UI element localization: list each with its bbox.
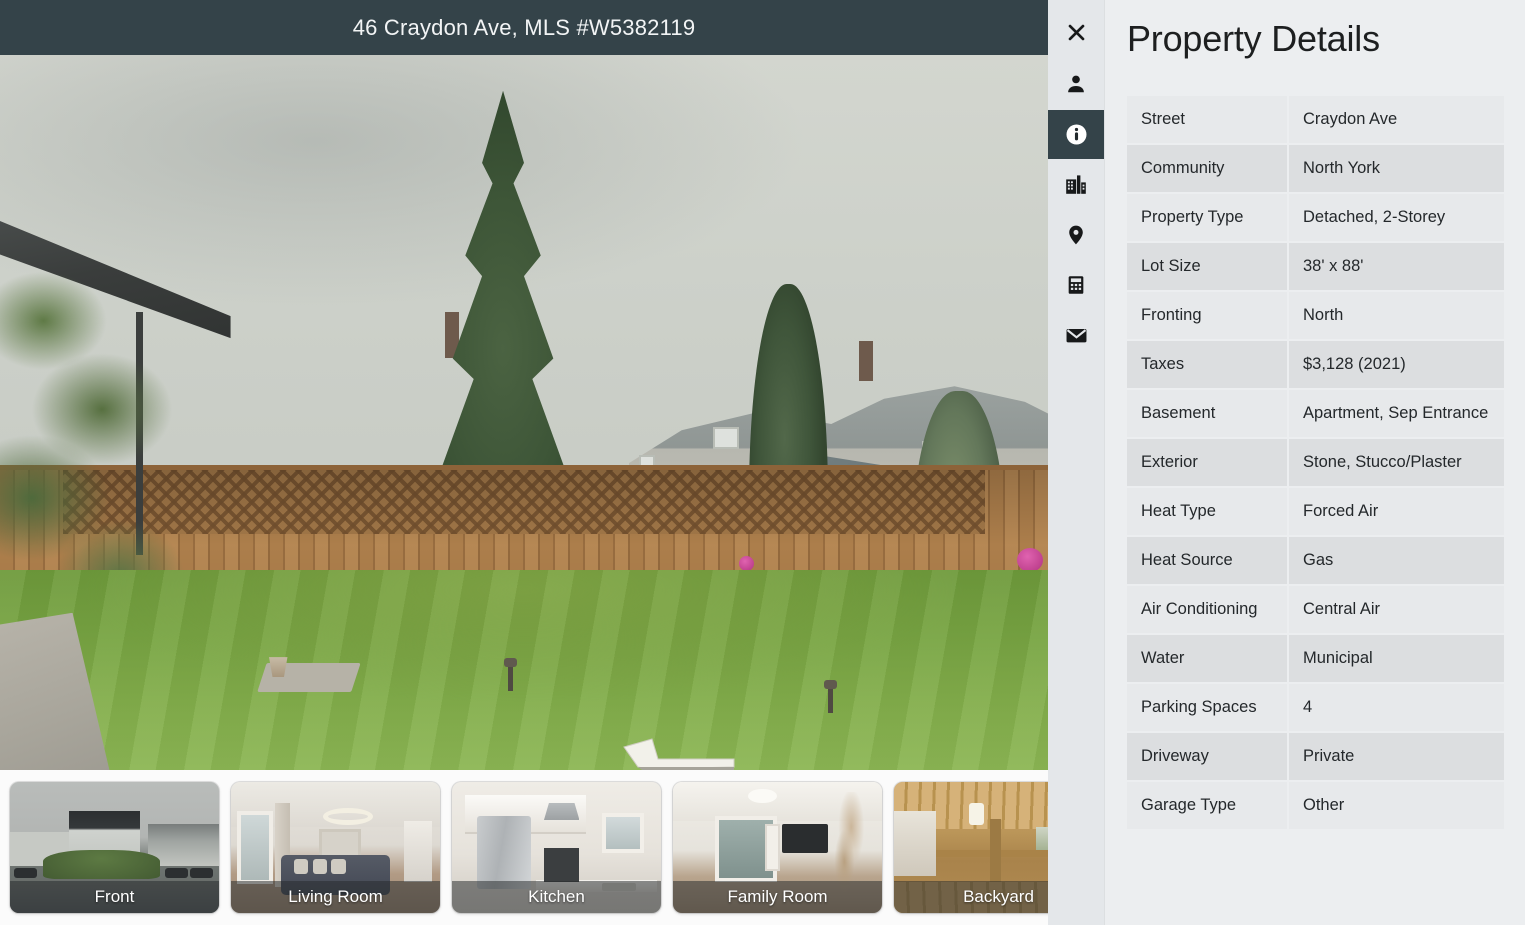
info-icon xyxy=(1066,124,1086,145)
detail-value: 38' x 88' xyxy=(1287,243,1504,290)
sidebar-item-mortgage-calculator[interactable] xyxy=(1052,261,1100,309)
table-row: Air Conditioning Central Air xyxy=(1127,586,1504,633)
table-row: Basement Apartment, Sep Entrance xyxy=(1127,390,1504,437)
sidebar-item-agent[interactable] xyxy=(1052,60,1100,108)
detail-value: North York xyxy=(1287,145,1504,192)
table-row: Water Municipal xyxy=(1127,635,1504,682)
detail-value: Central Air xyxy=(1287,586,1504,633)
detail-key: Driveway xyxy=(1127,733,1287,780)
detail-key: Heat Source xyxy=(1127,537,1287,584)
floor-arrow-hotspot[interactable] xyxy=(618,733,738,770)
detail-key: Garage Type xyxy=(1127,782,1287,829)
detail-value: Private xyxy=(1287,733,1504,780)
thumbnail-label: Family Room xyxy=(673,881,882,913)
table-row: Garage Type Other xyxy=(1127,782,1504,829)
detail-key: Parking Spaces xyxy=(1127,684,1287,731)
sidebar-item-building[interactable] xyxy=(1052,161,1100,209)
sidebar-item-property-details[interactable] xyxy=(1048,110,1104,159)
detail-value: Craydon Ave xyxy=(1287,96,1504,143)
list-item[interactable]: Family Room xyxy=(673,782,882,913)
thumbnail-label: Front xyxy=(10,881,219,913)
thumbnail-label: Backyard xyxy=(894,881,1048,913)
detail-key: Heat Type xyxy=(1127,488,1287,535)
flower-bloom xyxy=(738,555,754,571)
garden-light xyxy=(823,679,837,713)
envelope-icon xyxy=(1066,328,1086,342)
detail-value: 4 xyxy=(1287,684,1504,731)
table-row: Exterior Stone, Stucco/Plaster xyxy=(1127,439,1504,486)
panel-title: Property Details xyxy=(1127,18,1380,59)
chimney xyxy=(859,341,874,381)
detail-key: Lot Size xyxy=(1127,243,1287,290)
thumbnail-label: Living Room xyxy=(231,881,440,913)
table-row: Taxes $3,128 (2021) xyxy=(1127,341,1504,388)
table-row: Heat Type Forced Air xyxy=(1127,488,1504,535)
property-details-panel: Property Details Street Craydon Ave Commun… xyxy=(1104,0,1525,925)
detail-value: Gas xyxy=(1287,537,1504,584)
detail-key: Community xyxy=(1127,145,1287,192)
buildings-icon xyxy=(1066,175,1086,194)
tour-icon-rail xyxy=(1048,0,1104,925)
property-details-table: Street Craydon Ave Community North York Prop… xyxy=(1127,94,1504,831)
detail-key: Exterior xyxy=(1127,439,1287,486)
lawn xyxy=(0,569,1048,770)
detail-key: Basement xyxy=(1127,390,1287,437)
calculator-icon xyxy=(1068,276,1084,294)
thumbnail-label: Kitchen xyxy=(452,881,661,913)
panorama-header: 46 Craydon Ave, MLS #W5382119 xyxy=(0,0,1048,55)
detail-key: Taxes xyxy=(1127,341,1287,388)
detail-value: Apartment, Sep Entrance xyxy=(1287,390,1504,437)
list-item[interactable]: Backyard xyxy=(894,782,1048,913)
table-row: Heat Source Gas xyxy=(1127,537,1504,584)
neighbour-window xyxy=(712,426,739,449)
virtual-tour-viewer: 46 Craydon Ave, MLS #W5382119 Front Livi… xyxy=(0,0,1525,925)
detail-value: Stone, Stucco/Plaster xyxy=(1287,439,1504,486)
sidebar-item-location[interactable] xyxy=(1052,211,1100,259)
list-item[interactable]: Kitchen xyxy=(452,782,661,913)
table-row: Lot Size 38' x 88' xyxy=(1127,243,1504,290)
table-row: Community North York xyxy=(1127,145,1504,192)
detail-key: Street xyxy=(1127,96,1287,143)
list-item[interactable]: Living Room xyxy=(231,782,440,913)
sidebar-item-contact[interactable] xyxy=(1052,311,1100,359)
detail-value: Other xyxy=(1287,782,1504,829)
panorama-stage[interactable] xyxy=(0,55,1048,770)
lawn-mow-stripes xyxy=(0,569,1048,770)
page-title: 46 Craydon Ave, MLS #W5382119 xyxy=(352,14,696,40)
list-item[interactable]: Front xyxy=(10,782,219,913)
detail-value: Forced Air xyxy=(1287,488,1504,535)
table-row: Fronting North xyxy=(1127,292,1504,339)
detail-value: North xyxy=(1287,292,1504,339)
detail-value: $3,128 (2021) xyxy=(1287,341,1504,388)
close-button[interactable] xyxy=(1052,8,1100,56)
detail-value: Detached, 2-Storey xyxy=(1287,194,1504,241)
detail-key: Air Conditioning xyxy=(1127,586,1287,633)
detail-key: Fronting xyxy=(1127,292,1287,339)
detail-key: Water xyxy=(1127,635,1287,682)
table-row: Property Type Detached, 2-Storey xyxy=(1127,194,1504,241)
table-row: Parking Spaces 4 xyxy=(1127,684,1504,731)
panorama-column: 46 Craydon Ave, MLS #W5382119 Front Livi… xyxy=(0,0,1048,925)
detail-value: Municipal xyxy=(1287,635,1504,682)
detail-key: Property Type xyxy=(1127,194,1287,241)
garden-light xyxy=(504,658,518,692)
close-icon xyxy=(1068,24,1084,40)
table-row: Driveway Private xyxy=(1127,733,1504,780)
flower-bloom xyxy=(1016,548,1043,573)
scene-thumbnail-strip[interactable]: Front Living Room Kitchen Family Room Ba… xyxy=(0,770,1048,925)
map-pin-icon xyxy=(1069,225,1083,245)
agent-icon xyxy=(1068,75,1084,93)
table-row: Street Craydon Ave xyxy=(1127,96,1504,143)
